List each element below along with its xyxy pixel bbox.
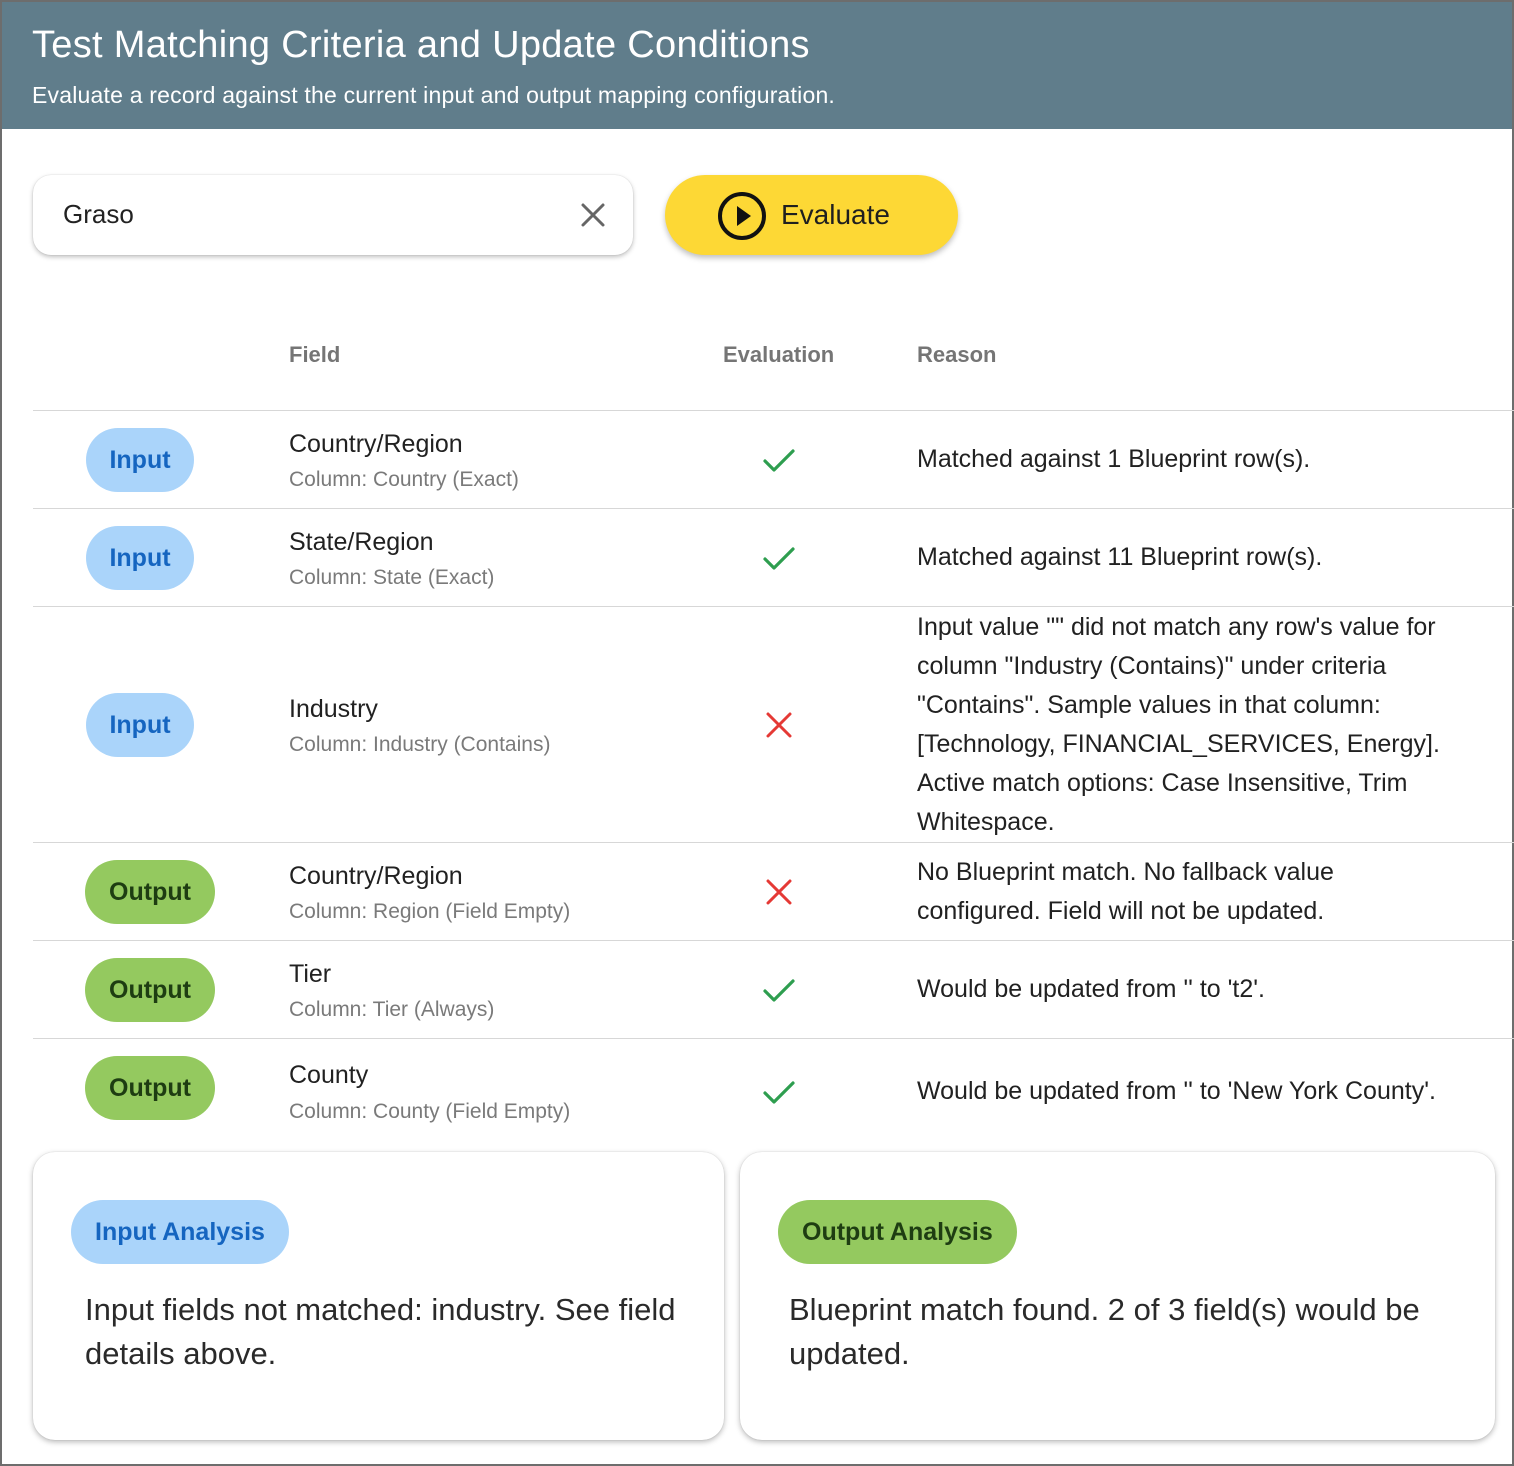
table-divider bbox=[33, 606, 1514, 607]
input-analysis-card: Input Analysis Input fields not matched:… bbox=[33, 1152, 724, 1440]
page-header: Test Matching Criteria and Update Condit… bbox=[2, 2, 1512, 129]
table-divider bbox=[33, 842, 1514, 843]
type-badge: Input bbox=[86, 428, 194, 492]
field-column: Column: County (Field Empty) bbox=[289, 1100, 571, 1123]
reason-text: Would be updated from '' to 't2'. bbox=[917, 975, 1265, 1003]
field-name: Country/Region bbox=[289, 862, 463, 890]
type-badge: Output bbox=[85, 1056, 215, 1120]
reason-text: Input value "" did not match any row's v… bbox=[917, 613, 1440, 836]
evaluate-button[interactable]: Evaluate bbox=[665, 175, 958, 255]
close-icon[interactable] bbox=[578, 200, 608, 230]
input-analysis-badge: Input Analysis bbox=[71, 1200, 289, 1264]
reason-text: Matched against 1 Blueprint row(s). bbox=[917, 445, 1311, 473]
table-divider bbox=[33, 940, 1514, 941]
table-divider bbox=[33, 1038, 1514, 1039]
field-column: Column: Industry (Contains) bbox=[289, 733, 551, 756]
page-frame: Test Matching Criteria and Update Condit… bbox=[0, 0, 1514, 1466]
type-badge: Output bbox=[85, 958, 215, 1022]
type-badge: Input bbox=[86, 693, 194, 757]
output-analysis-card: Output Analysis Blueprint match found. 2… bbox=[740, 1152, 1495, 1440]
input-analysis-text: Input fields not matched: industry. See … bbox=[85, 1292, 676, 1371]
check-icon bbox=[763, 1081, 795, 1104]
type-badge: Output bbox=[85, 860, 215, 924]
search-value[interactable]: Graso bbox=[63, 199, 134, 230]
play-circle-icon bbox=[718, 192, 766, 240]
reason-text: Matched against 11 Blueprint row(s). bbox=[917, 543, 1323, 571]
field-column: Column: Tier (Always) bbox=[289, 998, 495, 1021]
x-icon bbox=[766, 712, 792, 738]
column-header-evaluation: Evaluation bbox=[723, 342, 835, 367]
output-analysis-text: Blueprint match found. 2 of 3 field(s) w… bbox=[789, 1292, 1420, 1371]
field-name: Industry bbox=[289, 695, 378, 723]
evaluate-button-label: Evaluate bbox=[781, 199, 890, 230]
table-divider bbox=[33, 508, 1514, 509]
column-header-field: Field bbox=[289, 342, 341, 367]
field-column: Column: Region (Field Empty) bbox=[289, 900, 571, 923]
page-title: Test Matching Criteria and Update Condit… bbox=[32, 24, 810, 66]
check-icon bbox=[763, 449, 795, 472]
field-name: Country/Region bbox=[289, 430, 463, 458]
field-column: Column: Country (Exact) bbox=[289, 468, 519, 491]
type-badge: Input bbox=[86, 526, 194, 590]
check-icon bbox=[763, 979, 795, 1002]
check-icon bbox=[763, 547, 795, 570]
reason-text: No Blueprint match. No fallback value co… bbox=[917, 858, 1334, 925]
search-input[interactable]: Graso bbox=[33, 175, 633, 255]
column-header-reason: Reason bbox=[917, 342, 997, 367]
page-subtitle: Evaluate a record against the current in… bbox=[32, 82, 836, 108]
field-name: Tier bbox=[289, 960, 332, 988]
field-column: Column: State (Exact) bbox=[289, 566, 495, 589]
field-name: County bbox=[289, 1061, 369, 1089]
output-analysis-badge: Output Analysis bbox=[778, 1200, 1017, 1264]
x-icon bbox=[766, 879, 792, 905]
table-divider bbox=[33, 410, 1514, 411]
field-name: State/Region bbox=[289, 528, 434, 556]
reason-text: Would be updated from '' to 'New York Co… bbox=[917, 1077, 1436, 1105]
